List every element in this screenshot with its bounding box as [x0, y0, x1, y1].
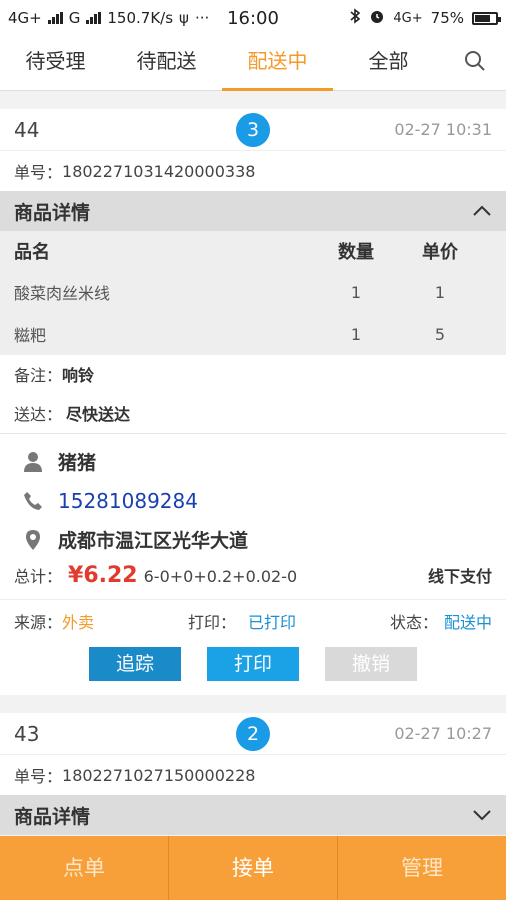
total-price: ¥6.22	[68, 563, 138, 588]
customer-phone[interactable]: 15281089284	[58, 489, 198, 513]
deliver-value: 尽快送达	[66, 405, 131, 424]
goods-price: 5	[434, 324, 446, 344]
search-icon	[464, 50, 486, 76]
deliver-label: 送达：	[14, 405, 63, 424]
order-list: 44 3 02-27 10:31 单号： 1802271031420000338…	[0, 91, 506, 836]
customer-info: 猪猪 15281089284 成都市温江区光华大道	[0, 433, 506, 563]
network-type-2: G	[68, 9, 81, 27]
cancel-button[interactable]: 撤销	[325, 647, 417, 681]
order-card: 44 3 02-27 10:31 单号： 1802271031420000338…	[0, 109, 506, 695]
track-button[interactable]: 追踪	[89, 647, 181, 681]
note-label: 备注：	[14, 366, 63, 385]
order-no-row: 单号： 1802271027150000228	[0, 755, 506, 795]
customer-address: 成都市温江区光华大道	[58, 530, 249, 552]
order-header: 43 2 02-27 10:27	[0, 713, 506, 755]
print-status: 已打印	[248, 612, 297, 632]
total-breakdown: 6-0+0+0.2+0.02-0	[143, 567, 298, 586]
status-left: 4G+ G 150.7K/s ψ ···	[8, 9, 209, 27]
goods-name: 糍粑	[14, 326, 47, 345]
person-icon	[22, 451, 44, 473]
goods-details-toggle[interactable]: 商品详情	[0, 795, 506, 835]
order-number: 44	[14, 117, 40, 142]
usb-icon: ψ	[179, 9, 189, 27]
search-button[interactable]	[444, 36, 506, 91]
source-label: 来源：	[14, 612, 63, 632]
state-value: 配送中	[443, 612, 492, 632]
alarm-icon	[369, 8, 385, 28]
status-bar: 4G+ G 150.7K/s ψ ··· 16:00 4G+ 75%	[0, 0, 506, 36]
bottom-nav: 点单 接单 管理	[0, 836, 506, 900]
order-no-label: 单号：	[14, 163, 63, 182]
order-no-label: 单号：	[14, 767, 63, 786]
signal-icon	[47, 12, 63, 24]
location-pin-icon	[22, 529, 44, 551]
chevron-up-icon	[472, 200, 492, 222]
total-label: 总计：	[14, 567, 63, 586]
col-name: 品名	[14, 242, 50, 263]
customer-name-row: 猪猪	[0, 442, 506, 481]
goods-name: 酸菜肉丝米线	[14, 284, 111, 303]
tab-pending-delivery[interactable]: 待配送	[111, 36, 222, 91]
goods-header-row: 品名 数量 单价	[0, 231, 506, 271]
tab-all[interactable]: 全部	[333, 36, 444, 91]
state-label: 状态：	[389, 612, 438, 632]
col-qty: 数量	[338, 242, 374, 263]
order-card: 43 2 02-27 10:27 单号： 1802271027150000228…	[0, 713, 506, 835]
goods-price: 1	[434, 282, 446, 302]
bluetooth-icon	[349, 8, 361, 28]
deliver-row: 送达： 尽快送达	[0, 393, 506, 433]
order-badge: 2	[236, 717, 270, 751]
order-number: 43	[14, 721, 40, 746]
goods-qty: 1	[350, 282, 362, 302]
nav-accept[interactable]: 接单	[169, 836, 338, 900]
goods-details-toggle[interactable]: 商品详情	[0, 191, 506, 231]
status-right: 4G+ 75%	[349, 8, 501, 28]
battery-percent: 75%	[430, 9, 464, 27]
tab-delivering[interactable]: 配送中	[222, 36, 333, 91]
col-price: 单价	[422, 242, 458, 263]
goods-details-title: 商品详情	[14, 201, 91, 224]
goods-row: 糍粑 1 5	[0, 313, 506, 355]
print-label: 打印：	[187, 612, 236, 632]
total-row: 总计： ¥6.22 6-0+0+0.2+0.02-0 线下支付	[0, 563, 506, 599]
goods-details-title: 商品详情	[14, 805, 91, 828]
order-time: 02-27 10:27	[394, 724, 492, 743]
order-tabs: 待受理 待配送 配送中 全部	[0, 36, 506, 91]
network-type-3: 4G+	[393, 10, 423, 26]
goods-qty: 1	[350, 324, 362, 344]
signal-icon-2	[86, 12, 102, 24]
goods-table: 品名 数量 单价 酸菜肉丝米线 1 1 糍粑 1 5	[0, 231, 506, 355]
customer-name: 猪猪	[58, 452, 97, 474]
source-value: 外卖	[62, 612, 95, 632]
customer-phone-row[interactable]: 15281089284	[0, 481, 506, 520]
note-value: 响铃	[62, 366, 95, 385]
customer-address-row: 成都市温江区光华大道	[0, 520, 506, 559]
print-button[interactable]: 打印	[207, 647, 299, 681]
chevron-down-icon	[472, 804, 492, 826]
network-type-1: 4G+	[8, 9, 42, 27]
tab-pending-accept[interactable]: 待受理	[0, 36, 111, 91]
order-no-row: 单号： 1802271031420000338	[0, 151, 506, 191]
note-row: 备注： 响铃	[0, 355, 506, 393]
order-no: 1802271027150000228	[62, 765, 256, 785]
order-meta-row: 来源： 外卖 打印： 已打印 状态： 配送中	[0, 599, 506, 641]
network-speed: 150.7K/s	[107, 9, 174, 27]
nav-manage[interactable]: 管理	[338, 836, 506, 900]
nav-order[interactable]: 点单	[0, 836, 169, 900]
order-no: 1802271031420000338	[62, 161, 256, 181]
order-actions: 追踪 打印 撤销	[0, 641, 506, 695]
order-badge: 3	[236, 113, 270, 147]
more-dots: ···	[194, 9, 210, 27]
goods-row: 酸菜肉丝米线 1 1	[0, 271, 506, 313]
battery-icon	[472, 11, 501, 25]
order-header: 44 3 02-27 10:31	[0, 109, 506, 151]
order-time: 02-27 10:31	[394, 120, 492, 139]
spacer	[0, 695, 506, 713]
phone-icon	[22, 491, 44, 511]
payment-method: 线下支付	[427, 567, 492, 586]
spacer	[0, 91, 506, 109]
